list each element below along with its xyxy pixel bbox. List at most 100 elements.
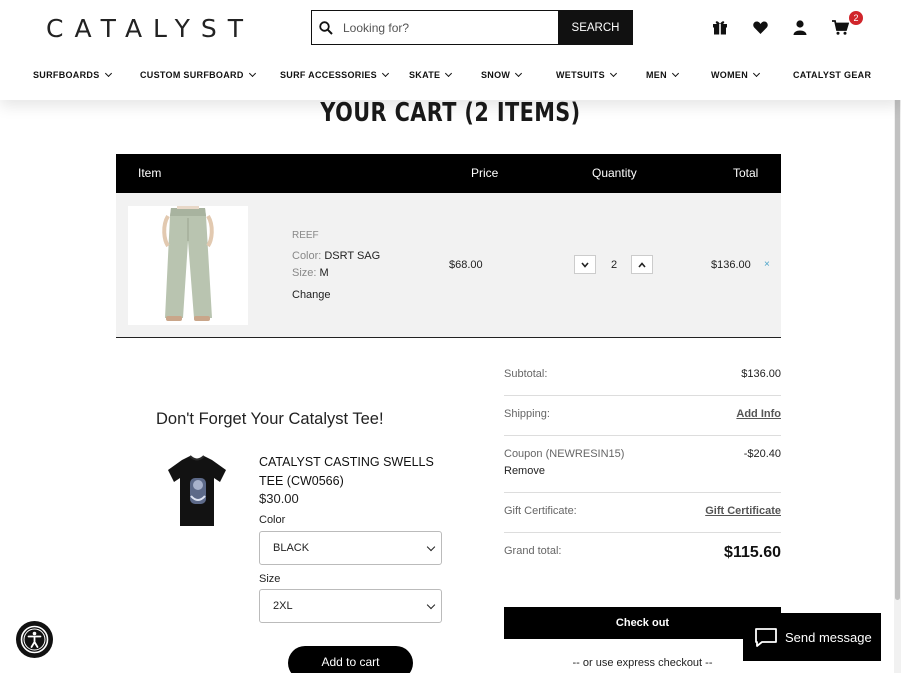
product-size: Size: M [292,267,329,279]
add-to-cart-button[interactable]: Add to cart [288,646,413,673]
size-select-value: 2XL [273,600,293,612]
size-select-label: Size [259,573,281,585]
product-color: Color: DSRT SAG [292,250,380,262]
nav-item-men[interactable]: MEN [646,69,679,80]
gift-certificate-label: Gift Certificate: [504,505,577,517]
search-input[interactable] [340,11,558,44]
nav-item-wetsuits[interactable]: WETSUITS [556,69,617,80]
item-total: $136.00 [711,259,751,271]
shipping-row: Shipping: Add Info [504,396,781,436]
nav-label: MEN [646,70,667,80]
chevron-down-icon [671,69,679,78]
size-select[interactable]: 2XL [259,589,442,623]
scrollbar-thumb[interactable] [895,40,900,600]
product-brand: REEF [292,230,319,241]
nav-label: SNOW [481,70,511,80]
accessibility-icon [20,625,49,654]
search-bar: SEARCH [311,10,633,45]
column-item: Item [138,166,162,180]
nav-label: CUSTOM SURFBOARD [140,70,244,80]
nav-label: SURF ACCESSORIES [280,70,377,80]
main-nav: SURFBOARDS CUSTOM SURFBOARD SURF ACCESSO… [0,69,901,84]
chevron-down-icon [515,69,523,78]
site-logo[interactable]: CATALYST [46,14,254,43]
size-label: Size: [292,267,317,279]
subtotal-label: Subtotal: [504,368,548,380]
chevron-down-icon [752,69,761,78]
user-icon[interactable] [780,16,820,38]
accessibility-button[interactable] [16,621,53,658]
cart-count-badge: 2 [848,10,864,26]
cart-table-header: Item Price Quantity Total [116,154,781,193]
product-image[interactable] [128,206,248,325]
chat-icon [755,628,777,647]
gift-certificate-link[interactable]: Gift Certificate [705,505,781,517]
chevron-down-icon [445,69,453,78]
coupon-remove-link[interactable]: Remove [504,465,545,477]
upsell-title: Don't Forget Your Catalyst Tee! [156,410,384,428]
upsell-product-image[interactable] [160,452,234,530]
chevron-down-icon [609,69,617,78]
color-value: DSRT SAG [324,250,381,262]
chevron-down-icon [581,261,589,268]
coupon-value: -$20.40 [743,448,781,460]
column-price: Price [471,166,499,180]
upsell-product-name[interactable]: CATALYST CASTING SWELLS TEE (CW0566) [259,453,449,491]
chevron-down-icon [426,600,436,610]
grand-total-row: Grand total: $115.60 [504,533,781,573]
coupon-row: Coupon (NEWRESIN15) Remove -$20.40 [504,436,781,493]
quantity-increase-button[interactable] [631,255,653,274]
subtotal-value: $136.00 [741,368,781,380]
nav-item-women[interactable]: WOMEN [711,69,761,80]
quantity-decrease-button[interactable] [574,255,596,274]
shipping-add-info-link[interactable]: Add Info [736,408,781,420]
chevron-down-icon [381,69,390,78]
color-label: Color: [292,250,322,262]
search-icon [312,11,340,44]
nav-item-surfboards[interactable]: SURFBOARDS [33,69,112,80]
express-checkout-text: -- or use express checkout -- [572,657,713,669]
color-select-value: BLACK [273,542,310,554]
color-select-label: Color [259,514,286,526]
remove-item-button[interactable]: × [764,259,770,270]
change-options-link[interactable]: Change [292,289,331,301]
grand-total-value: $115.60 [724,544,781,561]
site-header: CATALYST SEARCH 2 SURFBOARDS [0,0,901,100]
color-select[interactable]: BLACK [259,531,442,565]
subtotal-row: Subtotal: $136.00 [504,368,781,396]
nav-label: CATALYST GEAR [793,70,872,80]
checkout-button[interactable]: Check out [504,607,781,639]
quantity-value[interactable]: 2 [606,259,622,271]
cart-item-row: REEF Color: DSRT SAG Size: M Change $68.00… [116,193,781,338]
chevron-down-icon [104,69,112,78]
nav-label: WOMEN [711,70,748,80]
shipping-label: Shipping: [504,408,550,420]
chevron-up-icon [638,261,646,268]
heart-icon[interactable] [740,16,780,38]
nav-item-surf-accessories[interactable]: SURF ACCESSORIES [280,69,390,80]
nav-item-snow[interactable]: SNOW [481,69,523,80]
nav-label: WETSUITS [556,70,605,80]
size-value: M [319,267,329,279]
search-button[interactable]: SEARCH [558,10,633,45]
cart-page: CATALYST SEARCH 2 SURFBOARDS [0,0,901,673]
header-icons: 2 [700,10,864,38]
nav-label: SKATE [409,70,441,80]
nav-item-custom-surfboard[interactable]: CUSTOM SURFBOARD [140,69,256,80]
upsell-product-price: $30.00 [259,491,299,506]
chevron-down-icon [426,542,436,552]
cart-icon[interactable]: 2 [820,10,864,38]
page-title: YOUR CART (2 ITEMS) [320,98,581,128]
page-scrollbar[interactable] [894,0,901,673]
nav-label: SURFBOARDS [33,70,100,80]
send-message-label: Send message [785,629,872,645]
nav-item-catalyst-gear[interactable]: CATALYST GEAR [793,70,871,80]
send-message-button[interactable]: Send message [743,613,881,661]
chevron-down-icon [248,69,256,78]
nav-item-skate[interactable]: SKATE [409,69,453,80]
coupon-label: Coupon (NEWRESIN15) [504,448,625,460]
item-price: $68.00 [449,259,483,271]
gift-icon[interactable] [700,16,740,38]
column-total: Total [733,166,759,180]
grand-total-label: Grand total: [504,545,562,557]
